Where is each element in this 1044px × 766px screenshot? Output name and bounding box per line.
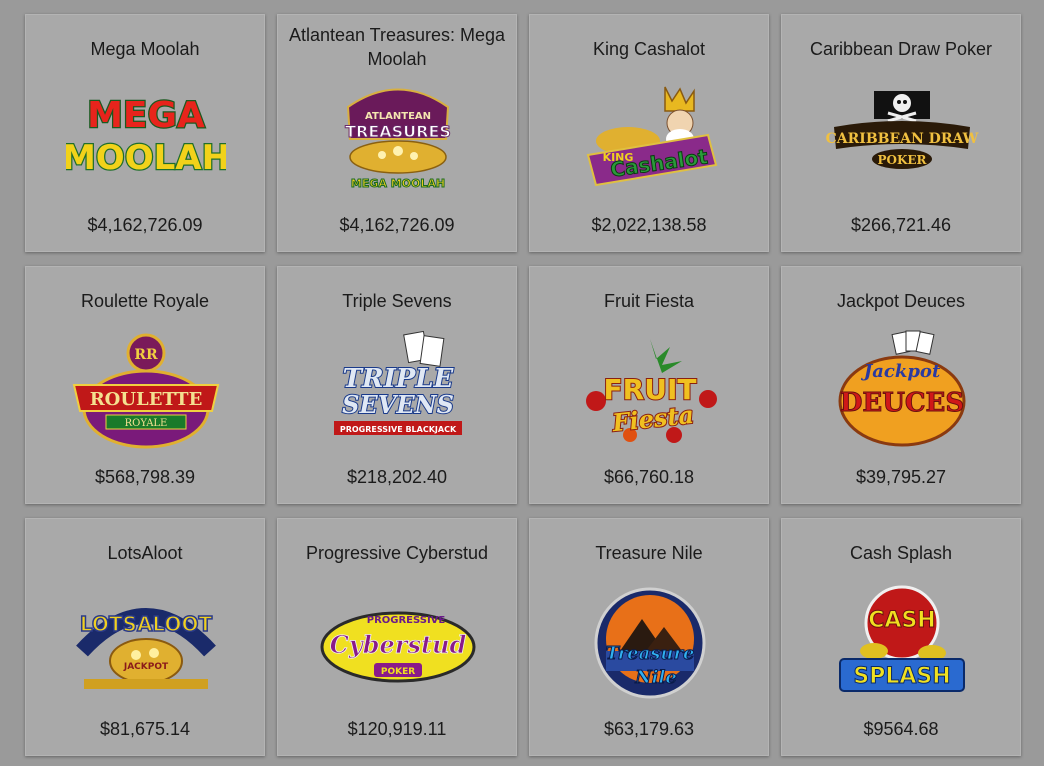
svg-text:MEGA: MEGA [87, 95, 205, 136]
cash-splash-logo-icon[interactable]: CASH SPLASH [822, 581, 982, 711]
jackpot-amount: $2,022,138.58 [591, 215, 707, 235]
fruit-fiesta-logo-icon[interactable]: FRUIT Fiesta [570, 329, 730, 459]
game-card-treasure-nile[interactable]: Treasure Nile Treasure Nile $63,179.63 [529, 518, 769, 756]
svg-text:ROULETTE: ROULETTE [90, 389, 203, 410]
roulette-royale-logo-icon[interactable]: RR ROULETTE ROYALE [66, 329, 226, 459]
game-card-king-cashalot[interactable]: King Cashalot KING Cashalot $2,022,138.5… [529, 14, 769, 252]
jackpot-amount: $4,162,726.09 [339, 215, 455, 235]
game-card-progressive-cyberstud[interactable]: Progressive Cyberstud PROGRESSIVE Cybers… [277, 518, 517, 756]
jackpot-amount: $218,202.40 [346, 467, 448, 487]
svg-text:Treasure: Treasure [606, 643, 695, 664]
jackpot-amount: $81,675.14 [99, 719, 191, 739]
jackpot-amount: $9564.68 [863, 719, 939, 739]
svg-text:PROGRESSIVE BLACKJACK: PROGRESSIVE BLACKJACK [340, 425, 457, 434]
svg-text:MOOLAH: MOOLAH [66, 138, 226, 178]
game-card-lotsaloot[interactable]: LotsAloot LOTSALOOT JACKPOT $81,675.14 [25, 518, 265, 756]
jackpot-deuces-logo-icon[interactable]: Jackpot DEUCES [822, 329, 982, 459]
svg-text:TREASURES: TREASURES [345, 122, 451, 141]
jackpot-grid: Mega Moolah MEGA MOOLAH $4,162,726.09 At… [0, 0, 1044, 766]
jackpot-amount: $4,162,726.09 [87, 215, 203, 235]
atlantean-treasures-logo-icon[interactable]: ATLANTEAN TREASURES MEGA MOOLAH [318, 77, 478, 207]
svg-text:POKER: POKER [381, 667, 415, 677]
svg-text:RR: RR [134, 347, 158, 363]
game-card-fruit-fiesta[interactable]: Fruit Fiesta FRUIT Fiesta $66,760.18 [529, 266, 769, 504]
game-title: Fruit Fiesta [603, 291, 695, 311]
svg-text:LOTSALOOT: LOTSALOOT [80, 612, 213, 636]
svg-text:Jackpot: Jackpot [861, 361, 941, 382]
svg-text:JACKPOT: JACKPOT [123, 662, 169, 672]
game-title: Jackpot Deuces [836, 291, 966, 311]
jackpot-amount: $568,798.39 [94, 467, 196, 487]
jackpot-amount: $66,760.18 [603, 467, 695, 487]
game-card-jackpot-deuces[interactable]: Jackpot Deuces Jackpot DEUCES $39,795.27 [781, 266, 1021, 504]
svg-text:CARIBBEAN DRAW: CARIBBEAN DRAW [826, 131, 979, 147]
svg-text:DEUCES: DEUCES [840, 388, 964, 418]
svg-text:PROGRESSIVE: PROGRESSIVE [367, 615, 446, 626]
treasure-nile-logo-icon[interactable]: Treasure Nile [570, 581, 730, 711]
game-title: Atlantean Treasures: Mega Moolah [288, 25, 506, 69]
jackpot-amount: $266,721.46 [850, 215, 952, 235]
svg-text:CASH: CASH [868, 608, 935, 633]
lotsaloot-logo-icon[interactable]: LOTSALOOT JACKPOT [66, 581, 226, 711]
king-cashalot-logo-icon[interactable]: KING Cashalot [570, 77, 730, 207]
game-card-caribbean-draw-poker[interactable]: Caribbean Draw Poker CARIBBEAN DRAW POKE… [781, 14, 1021, 252]
svg-text:Nile: Nile [634, 667, 677, 688]
jackpot-amount: $63,179.63 [603, 719, 695, 739]
triple-sevens-logo-icon[interactable]: TRIPLE SEVENS PROGRESSIVE BLACKJACK [318, 329, 478, 459]
progressive-cyberstud-logo-icon[interactable]: PROGRESSIVE Cyberstud POKER [318, 581, 478, 711]
game-card-mega-moolah[interactable]: Mega Moolah MEGA MOOLAH $4,162,726.09 [25, 14, 265, 252]
game-title: Treasure Nile [595, 543, 703, 563]
game-card-atlantean-treasures[interactable]: Atlantean Treasures: Mega Moolah ATLANTE… [277, 14, 517, 252]
game-title: Caribbean Draw Poker [809, 39, 993, 59]
game-card-cash-splash[interactable]: Cash Splash CASH SPLASH $9564.68 [781, 518, 1021, 756]
game-title: Progressive Cyberstud [305, 543, 489, 563]
game-card-roulette-royale[interactable]: Roulette Royale RR ROULETTE ROYALE $568,… [25, 266, 265, 504]
game-title: Triple Sevens [342, 291, 452, 311]
mega-moolah-logo-icon[interactable]: MEGA MOOLAH [66, 77, 226, 207]
svg-text:ATLANTEAN: ATLANTEAN [365, 111, 431, 122]
game-title: King Cashalot [592, 39, 706, 59]
jackpot-amount: $120,919.11 [347, 719, 447, 739]
game-title: Cash Splash [849, 543, 953, 563]
svg-text:SEVENS: SEVENS [342, 390, 454, 419]
game-title: Mega Moolah [90, 39, 200, 59]
svg-text:POKER: POKER [877, 153, 927, 167]
game-title: Roulette Royale [80, 291, 210, 311]
svg-text:Cyberstud: Cyberstud [330, 630, 467, 659]
game-card-triple-sevens[interactable]: Triple Sevens TRIPLE SEVENS PROGRESSIVE … [277, 266, 517, 504]
svg-text:ROYALE: ROYALE [125, 418, 168, 429]
svg-text:SPLASH: SPLASH [853, 664, 950, 689]
svg-text:MEGA MOOLAH: MEGA MOOLAH [351, 177, 445, 190]
caribbean-draw-poker-logo-icon[interactable]: CARIBBEAN DRAW POKER [822, 77, 982, 207]
game-title: LotsAloot [107, 543, 183, 563]
jackpot-amount: $39,795.27 [855, 467, 947, 487]
